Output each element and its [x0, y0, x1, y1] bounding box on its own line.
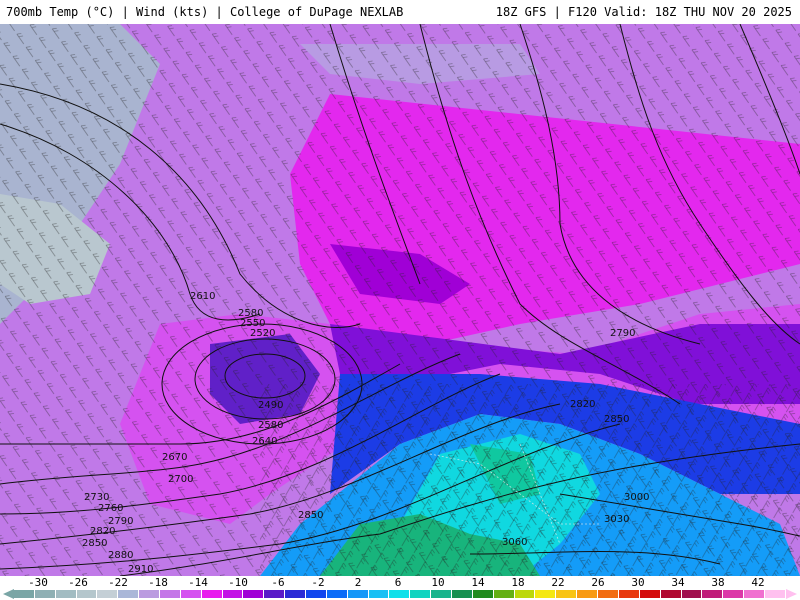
colorbar-swatch — [472, 590, 494, 598]
colorbar-swatch — [493, 590, 515, 598]
colorbar-swatch — [577, 590, 599, 598]
contour-label: 3030 — [604, 514, 629, 525]
colorbar-tick-label: 2 — [354, 576, 362, 589]
colorbar-swatch — [139, 590, 161, 598]
map-header: 700mb Temp (°C) | Wind (kts) | College o… — [0, 0, 800, 24]
colorbar-swatch — [243, 590, 265, 598]
colorbar-swatch — [681, 590, 703, 598]
colorbar-swatch — [97, 590, 119, 598]
colorbar-swatch — [264, 590, 286, 598]
colorbar-swatch — [389, 590, 411, 598]
contour-label: 2700 — [168, 474, 193, 485]
contour-label: 2580 — [258, 420, 283, 431]
colorbar-tick-label: 18 — [511, 576, 525, 589]
contour-label: 2910 — [128, 564, 153, 575]
colorbar-swatch — [431, 590, 453, 598]
colorbar-swatch — [723, 590, 745, 598]
colorbar-swatch — [34, 590, 56, 598]
colorbar-swatch — [368, 590, 390, 598]
colorbar-swatch — [222, 590, 244, 598]
colorbar-swatch — [180, 590, 202, 598]
colorbar-swatch — [702, 590, 724, 598]
colorbar-swatch — [410, 590, 432, 598]
colorbar-swatch — [118, 590, 140, 598]
colorbar-tick-label: 34 — [671, 576, 685, 589]
colorbar-tick-label: -22 — [108, 576, 128, 589]
contour-label: 2670 — [162, 452, 187, 463]
colorbar-swatch — [160, 590, 181, 598]
temperature-colorbar: -30 -26 -22 -18 -14 -10 -6 -2 2 6 10 14 18 22 26 30 34 38… — [0, 576, 800, 600]
contour-label: 2850 — [604, 414, 629, 425]
contour-label: 2610 — [190, 291, 215, 302]
contour-label: 2820 — [90, 526, 115, 537]
colorbar-tick-label: -18 — [148, 576, 168, 589]
colorbar-tick-label: -30 — [28, 576, 48, 589]
colorbar-tick-label: 42 — [751, 576, 765, 589]
colorbar-tick-label: 38 — [711, 576, 725, 589]
colorbar-tick-label: -26 — [68, 576, 88, 589]
colorbar-right-arrow — [786, 589, 797, 599]
colorbar-swatch — [55, 590, 77, 598]
colorbar-swatches — [14, 590, 786, 598]
colorbar-tick-label: 6 — [394, 576, 402, 589]
colorbar-swatch — [285, 590, 307, 598]
contour-label: 2490 — [258, 400, 283, 411]
colorbar-swatch — [639, 590, 661, 598]
header-title: 700mb Temp (°C) | Wind (kts) | College o… — [6, 5, 404, 19]
colorbar-tick-label: 10 — [431, 576, 445, 589]
colorbar-tick-label: -10 — [228, 576, 248, 589]
contour-label: 2760 — [98, 503, 123, 514]
contour-label: 2850 — [82, 538, 107, 549]
colorbar-tick-label: 22 — [551, 576, 565, 589]
colorbar-swatch — [347, 590, 369, 598]
contour-label: 2640 — [252, 436, 277, 447]
colorbar-swatch — [14, 590, 35, 598]
temperature-wind-map: 2610 2580 2550 2520 2490 2580 2640 2670 … — [0, 24, 800, 576]
colorbar-swatch — [556, 590, 578, 598]
contour-label: 2850 — [298, 510, 323, 521]
contour-label: 2880 — [108, 550, 133, 561]
colorbar-swatch — [598, 590, 619, 598]
contour-label: 2790 — [610, 328, 635, 339]
colorbar-swatch — [306, 590, 327, 598]
colorbar-swatch — [764, 590, 786, 598]
contour-label: 3060 — [502, 537, 527, 548]
contour-label: 2820 — [570, 399, 595, 410]
colorbar-swatch — [618, 590, 640, 598]
wind-barbs-south — [260, 384, 800, 576]
colorbar-swatch — [452, 590, 473, 598]
contour-label: 2730 — [84, 492, 109, 503]
colorbar-swatch — [744, 590, 765, 598]
colorbar-tick-label: -14 — [188, 576, 208, 589]
colorbar-tick-label: 30 — [631, 576, 645, 589]
colorbar-swatch — [201, 590, 223, 598]
colorbar-swatch — [514, 590, 536, 598]
colorbar-tick-label: -6 — [271, 576, 285, 589]
colorbar-tick-label: 14 — [471, 576, 485, 589]
colorbar-left-arrow — [3, 589, 14, 599]
colorbar-swatch — [326, 590, 348, 598]
contour-label: 2520 — [250, 328, 275, 339]
colorbar-swatch — [76, 590, 98, 598]
colorbar-tick-label: -2 — [311, 576, 325, 589]
header-valid-time: 18Z GFS | F120 Valid: 18Z THU NOV 20 202… — [495, 5, 792, 19]
colorbar-swatch — [660, 590, 682, 598]
colorbar-tick-label: 26 — [591, 576, 605, 589]
colorbar-swatch — [535, 590, 557, 598]
contour-label: 3000 — [624, 492, 649, 503]
